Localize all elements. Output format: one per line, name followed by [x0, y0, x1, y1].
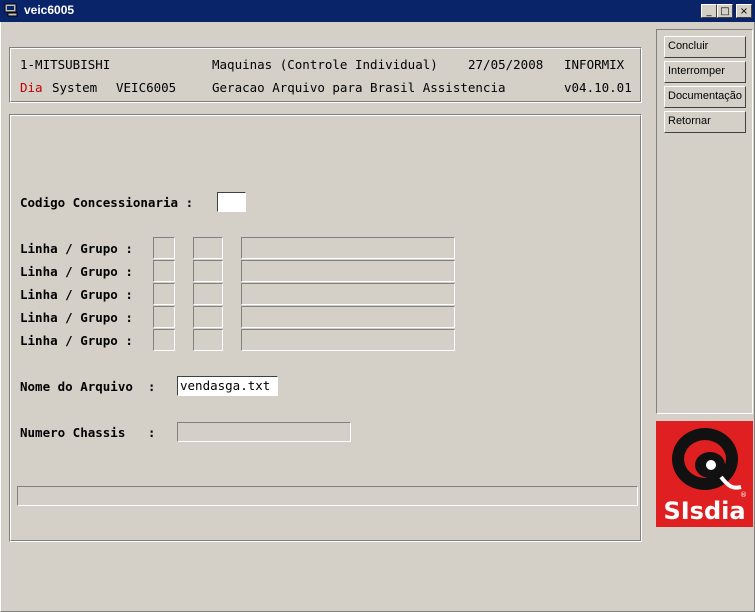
- program-description: Geracao Arquivo para Brasil Assistencia: [212, 80, 506, 95]
- arquivo-input[interactable]: vendasga.txt: [177, 376, 278, 396]
- grupo-description: [241, 283, 455, 305]
- brand-system: System: [52, 80, 98, 95]
- sisdia-logo: ® SIsdia: [656, 421, 753, 527]
- company-name: 1-MITSUBISHI: [20, 57, 111, 72]
- codigo-label: Codigo Concessionaria :: [20, 195, 194, 210]
- logo-text: SIsdia: [663, 497, 746, 525]
- grupo-input[interactable]: [193, 306, 223, 328]
- grupo-description: [241, 237, 455, 259]
- grupo-description: [241, 260, 455, 282]
- linha-input[interactable]: [153, 329, 175, 351]
- form-inner: [10, 115, 641, 541]
- chassis-label: Numero Chassis :: [20, 425, 156, 440]
- linha-input[interactable]: [153, 260, 175, 282]
- grupo-input[interactable]: [193, 260, 223, 282]
- chassis-input[interactable]: [177, 422, 351, 442]
- grupo-input[interactable]: [193, 283, 223, 305]
- linha-input[interactable]: [153, 306, 175, 328]
- linha-grupo-label: Linha / Grupo :: [20, 264, 133, 279]
- grupo-description: [241, 329, 455, 351]
- brand-dia: Dia: [20, 80, 43, 95]
- codigo-input[interactable]: [217, 192, 246, 212]
- status-bar: [17, 486, 638, 506]
- program-version: v04.10.01: [564, 80, 632, 95]
- close-button[interactable]: ×: [736, 4, 752, 18]
- window-title: veic6005: [24, 3, 75, 17]
- retornar-button[interactable]: Retornar: [664, 111, 746, 133]
- linha-grupo-label: Linha / Grupo :: [20, 310, 133, 325]
- grupo-input[interactable]: [193, 237, 223, 259]
- interromper-button[interactable]: Interromper: [664, 61, 746, 83]
- app-icon: [4, 3, 18, 17]
- concluir-button[interactable]: Concluir: [664, 36, 746, 58]
- linha-input[interactable]: [153, 283, 175, 305]
- sisdia-logo-mark: [672, 428, 742, 490]
- module-name: Maquinas (Controle Individual): [212, 57, 438, 72]
- header-date: 27/05/2008: [468, 57, 544, 72]
- minimize-button[interactable]: _: [701, 4, 717, 18]
- maximize-button[interactable]: □: [717, 4, 733, 18]
- grupo-input[interactable]: [193, 329, 223, 351]
- linha-grupo-label: Linha / Grupo :: [20, 287, 133, 302]
- documentacao-button[interactable]: Documentação: [664, 86, 746, 108]
- grupo-description: [241, 306, 455, 328]
- linha-grupo-label: Linha / Grupo :: [20, 333, 133, 348]
- linha-input[interactable]: [153, 237, 175, 259]
- program-code: VEIC6005: [116, 80, 177, 95]
- arquivo-label: Nome do Arquivo :: [20, 379, 156, 394]
- linha-grupo-label: Linha / Grupo :: [20, 241, 133, 256]
- title-bar: veic6005 _ □ ×: [0, 0, 755, 22]
- form-panel: [9, 114, 642, 542]
- database-name: INFORMIX: [564, 57, 625, 72]
